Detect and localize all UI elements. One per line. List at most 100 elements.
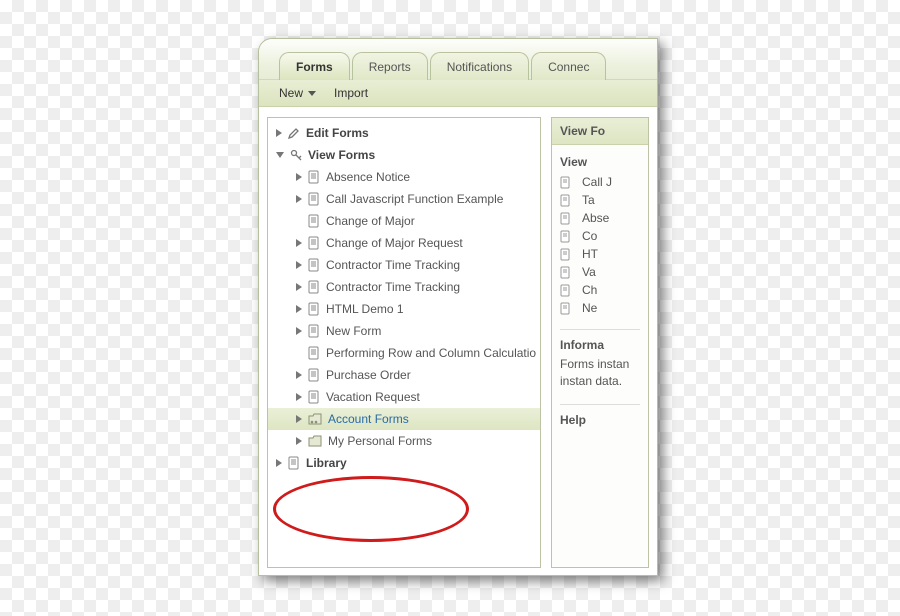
tree-item[interactable]: Purchase Order bbox=[268, 364, 540, 386]
help-heading: Help bbox=[560, 413, 640, 427]
document-icon bbox=[308, 280, 320, 294]
document-icon bbox=[308, 390, 320, 404]
list-item[interactable]: Call J bbox=[560, 173, 640, 191]
tab-connections[interactable]: Connec bbox=[531, 52, 606, 80]
tree-label: My Personal Forms bbox=[328, 434, 432, 448]
expand-icon bbox=[296, 173, 302, 181]
tab-reports[interactable]: Reports bbox=[352, 52, 428, 80]
tree-item[interactable]: Absence Notice bbox=[268, 166, 540, 188]
document-icon bbox=[308, 346, 320, 360]
document-icon bbox=[308, 302, 320, 316]
tree-label: Contractor Time Tracking bbox=[326, 258, 460, 272]
tab-label: Reports bbox=[369, 60, 411, 74]
tree-item[interactable]: Performing Row and Column Calculatio bbox=[268, 342, 540, 364]
key-icon bbox=[290, 149, 302, 161]
info-heading: Informa bbox=[560, 338, 640, 352]
expand-icon bbox=[296, 415, 302, 423]
folder-icon bbox=[308, 435, 322, 447]
document-icon bbox=[308, 368, 320, 382]
document-icon bbox=[308, 258, 320, 272]
spacer bbox=[296, 217, 302, 225]
expand-icon bbox=[296, 327, 302, 335]
tree-label: Call Javascript Function Example bbox=[326, 192, 503, 206]
tree-item[interactable]: HTML Demo 1 bbox=[268, 298, 540, 320]
tree-item[interactable]: Call Javascript Function Example bbox=[268, 188, 540, 210]
pencil-icon bbox=[288, 127, 300, 139]
tree-label: Change of Major Request bbox=[326, 236, 463, 250]
views-heading: View bbox=[560, 155, 640, 169]
tree-label: Edit Forms bbox=[306, 126, 369, 140]
document-icon bbox=[560, 266, 571, 279]
document-icon bbox=[560, 194, 571, 207]
tree-node-edit-forms[interactable]: Edit Forms bbox=[268, 122, 540, 144]
tree-label: New Form bbox=[326, 324, 381, 338]
list-item[interactable]: Co bbox=[560, 227, 640, 245]
expand-icon bbox=[296, 195, 302, 203]
collapse-icon bbox=[276, 152, 284, 158]
expand-icon bbox=[296, 393, 302, 401]
expand-icon bbox=[296, 305, 302, 313]
list-item[interactable]: Ne bbox=[560, 299, 640, 317]
tab-notifications[interactable]: Notifications bbox=[430, 52, 529, 80]
list-item[interactable]: Va bbox=[560, 263, 640, 281]
info-text: Forms instan instan data. bbox=[560, 356, 640, 390]
list-item[interactable]: Ch bbox=[560, 281, 640, 299]
document-icon bbox=[308, 324, 320, 338]
tab-label: Notifications bbox=[447, 60, 512, 74]
tree-item[interactable]: Contractor Time Tracking bbox=[268, 254, 540, 276]
tree-label: Absence Notice bbox=[326, 170, 410, 184]
app-window: Forms Reports Notifications Connec New I… bbox=[258, 38, 658, 576]
tab-bar: Forms Reports Notifications Connec bbox=[259, 39, 657, 80]
dropdown-arrow-icon bbox=[308, 91, 316, 96]
new-button[interactable]: New bbox=[279, 86, 316, 100]
tree-item[interactable]: Change of Major bbox=[268, 210, 540, 232]
tree-label: Performing Row and Column Calculatio bbox=[326, 346, 536, 360]
document-icon bbox=[308, 214, 320, 228]
document-icon bbox=[308, 170, 320, 184]
expand-icon bbox=[296, 437, 302, 445]
tree-label: Library bbox=[306, 456, 347, 470]
new-label: New bbox=[279, 86, 303, 100]
tree-item[interactable]: Change of Major Request bbox=[268, 232, 540, 254]
document-icon bbox=[560, 284, 571, 297]
document-icon bbox=[288, 456, 300, 470]
tree-folder-personal-forms[interactable]: My Personal Forms bbox=[268, 430, 540, 452]
document-icon bbox=[560, 212, 571, 225]
document-icon bbox=[560, 302, 571, 315]
shared-folder-icon bbox=[308, 413, 322, 425]
list-item[interactable]: HT bbox=[560, 245, 640, 263]
tree-item[interactable]: Contractor Time Tracking bbox=[268, 276, 540, 298]
expand-icon bbox=[296, 261, 302, 269]
tree-folder-account-forms[interactable]: Account Forms bbox=[268, 408, 540, 430]
expand-icon bbox=[296, 239, 302, 247]
tab-label: Forms bbox=[296, 60, 333, 74]
tree-label: Vacation Request bbox=[326, 390, 420, 404]
import-button[interactable]: Import bbox=[334, 86, 368, 100]
views-list: Call J Ta Abse Co HT Va Ch Ne bbox=[560, 173, 640, 317]
tree-label: Contractor Time Tracking bbox=[326, 280, 460, 294]
tree-label: Purchase Order bbox=[326, 368, 411, 382]
expand-icon bbox=[296, 371, 302, 379]
list-item[interactable]: Abse bbox=[560, 209, 640, 227]
import-label: Import bbox=[334, 86, 368, 100]
tree-label: View Forms bbox=[308, 148, 375, 162]
document-icon bbox=[560, 248, 571, 261]
expand-icon bbox=[276, 459, 282, 467]
document-icon bbox=[560, 176, 571, 189]
list-item[interactable]: Ta bbox=[560, 191, 640, 209]
tree-item[interactable]: New Form bbox=[268, 320, 540, 342]
expand-icon bbox=[276, 129, 282, 137]
document-icon bbox=[308, 192, 320, 206]
tree-panel: Edit Forms View Forms Absence Notice Cal… bbox=[267, 117, 541, 568]
tab-label: Connec bbox=[548, 60, 589, 74]
tab-forms[interactable]: Forms bbox=[279, 52, 350, 80]
tree-node-library[interactable]: Library bbox=[268, 452, 540, 474]
tree-label: Account Forms bbox=[328, 412, 409, 426]
tree-item[interactable]: Vacation Request bbox=[268, 386, 540, 408]
detail-panel: View Fo View Call J Ta Abse Co HT Va Ch … bbox=[551, 117, 649, 568]
document-icon bbox=[560, 230, 571, 243]
tree-node-view-forms[interactable]: View Forms bbox=[268, 144, 540, 166]
tree-label: Change of Major bbox=[326, 214, 415, 228]
spacer bbox=[296, 349, 302, 357]
tree-label: HTML Demo 1 bbox=[326, 302, 404, 316]
